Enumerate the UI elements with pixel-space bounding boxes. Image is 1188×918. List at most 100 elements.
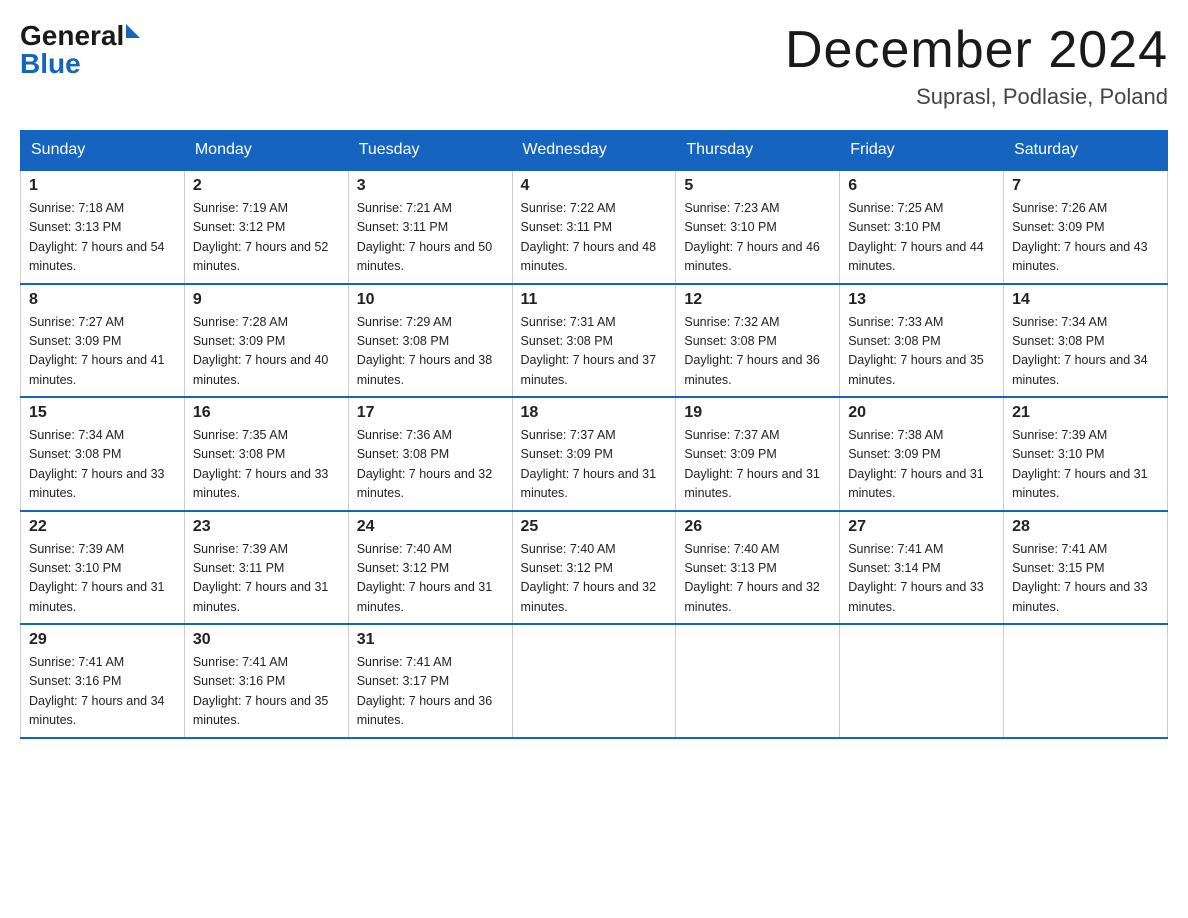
calendar-day-header: Tuesday [348, 131, 512, 171]
day-info: Sunrise: 7:39 AM Sunset: 3:10 PM Dayligh… [1012, 426, 1159, 504]
day-info: Sunrise: 7:41 AM Sunset: 3:16 PM Dayligh… [193, 653, 340, 731]
day-info: Sunrise: 7:28 AM Sunset: 3:09 PM Dayligh… [193, 313, 340, 391]
day-number: 8 [29, 291, 176, 309]
day-number: 14 [1012, 291, 1159, 309]
calendar-cell [840, 624, 1004, 738]
calendar-cell: 3 Sunrise: 7:21 AM Sunset: 3:11 PM Dayli… [348, 170, 512, 284]
day-number: 3 [357, 177, 504, 195]
day-number: 30 [193, 631, 340, 649]
day-number: 25 [521, 518, 668, 536]
day-number: 19 [684, 404, 831, 422]
day-number: 13 [848, 291, 995, 309]
calendar-week-row: 1 Sunrise: 7:18 AM Sunset: 3:13 PM Dayli… [21, 170, 1168, 284]
calendar-cell: 16 Sunrise: 7:35 AM Sunset: 3:08 PM Dayl… [184, 397, 348, 511]
calendar-day-header: Sunday [21, 131, 185, 171]
calendar-cell [1004, 624, 1168, 738]
calendar-cell: 23 Sunrise: 7:39 AM Sunset: 3:11 PM Dayl… [184, 511, 348, 625]
calendar-day-header: Friday [840, 131, 1004, 171]
day-info: Sunrise: 7:34 AM Sunset: 3:08 PM Dayligh… [1012, 313, 1159, 391]
day-info: Sunrise: 7:38 AM Sunset: 3:09 PM Dayligh… [848, 426, 995, 504]
calendar-week-row: 15 Sunrise: 7:34 AM Sunset: 3:08 PM Dayl… [21, 397, 1168, 511]
day-info: Sunrise: 7:36 AM Sunset: 3:08 PM Dayligh… [357, 426, 504, 504]
calendar-cell: 5 Sunrise: 7:23 AM Sunset: 3:10 PM Dayli… [676, 170, 840, 284]
calendar-week-row: 22 Sunrise: 7:39 AM Sunset: 3:10 PM Dayl… [21, 511, 1168, 625]
day-number: 31 [357, 631, 504, 649]
day-number: 11 [521, 291, 668, 309]
month-title: December 2024 [785, 20, 1168, 80]
day-info: Sunrise: 7:34 AM Sunset: 3:08 PM Dayligh… [29, 426, 176, 504]
calendar-cell: 31 Sunrise: 7:41 AM Sunset: 3:17 PM Dayl… [348, 624, 512, 738]
day-info: Sunrise: 7:40 AM Sunset: 3:12 PM Dayligh… [357, 540, 504, 618]
title-block: December 2024 Suprasl, Podlasie, Poland [785, 20, 1168, 110]
calendar-week-row: 29 Sunrise: 7:41 AM Sunset: 3:16 PM Dayl… [21, 624, 1168, 738]
day-number: 27 [848, 518, 995, 536]
day-info: Sunrise: 7:41 AM Sunset: 3:15 PM Dayligh… [1012, 540, 1159, 618]
calendar-cell: 2 Sunrise: 7:19 AM Sunset: 3:12 PM Dayli… [184, 170, 348, 284]
day-info: Sunrise: 7:41 AM Sunset: 3:14 PM Dayligh… [848, 540, 995, 618]
day-info: Sunrise: 7:39 AM Sunset: 3:10 PM Dayligh… [29, 540, 176, 618]
day-info: Sunrise: 7:23 AM Sunset: 3:10 PM Dayligh… [684, 199, 831, 277]
day-number: 7 [1012, 177, 1159, 195]
day-info: Sunrise: 7:41 AM Sunset: 3:17 PM Dayligh… [357, 653, 504, 731]
logo-blue-text: Blue [20, 48, 140, 80]
calendar-cell: 29 Sunrise: 7:41 AM Sunset: 3:16 PM Dayl… [21, 624, 185, 738]
day-number: 26 [684, 518, 831, 536]
calendar-cell [676, 624, 840, 738]
calendar-cell: 19 Sunrise: 7:37 AM Sunset: 3:09 PM Dayl… [676, 397, 840, 511]
calendar-cell: 7 Sunrise: 7:26 AM Sunset: 3:09 PM Dayli… [1004, 170, 1168, 284]
calendar-table: SundayMondayTuesdayWednesdayThursdayFrid… [20, 130, 1168, 739]
day-info: Sunrise: 7:26 AM Sunset: 3:09 PM Dayligh… [1012, 199, 1159, 277]
calendar-day-header: Wednesday [512, 131, 676, 171]
calendar-cell: 6 Sunrise: 7:25 AM Sunset: 3:10 PM Dayli… [840, 170, 1004, 284]
day-info: Sunrise: 7:40 AM Sunset: 3:12 PM Dayligh… [521, 540, 668, 618]
calendar-cell: 30 Sunrise: 7:41 AM Sunset: 3:16 PM Dayl… [184, 624, 348, 738]
day-info: Sunrise: 7:18 AM Sunset: 3:13 PM Dayligh… [29, 199, 176, 277]
day-number: 22 [29, 518, 176, 536]
calendar-cell: 27 Sunrise: 7:41 AM Sunset: 3:14 PM Dayl… [840, 511, 1004, 625]
day-info: Sunrise: 7:32 AM Sunset: 3:08 PM Dayligh… [684, 313, 831, 391]
day-number: 15 [29, 404, 176, 422]
day-number: 24 [357, 518, 504, 536]
day-info: Sunrise: 7:19 AM Sunset: 3:12 PM Dayligh… [193, 199, 340, 277]
calendar-cell: 24 Sunrise: 7:40 AM Sunset: 3:12 PM Dayl… [348, 511, 512, 625]
day-info: Sunrise: 7:33 AM Sunset: 3:08 PM Dayligh… [848, 313, 995, 391]
day-number: 20 [848, 404, 995, 422]
calendar-header-row: SundayMondayTuesdayWednesdayThursdayFrid… [21, 131, 1168, 171]
calendar-day-header: Monday [184, 131, 348, 171]
day-number: 29 [29, 631, 176, 649]
calendar-cell: 8 Sunrise: 7:27 AM Sunset: 3:09 PM Dayli… [21, 284, 185, 398]
day-number: 2 [193, 177, 340, 195]
calendar-cell: 13 Sunrise: 7:33 AM Sunset: 3:08 PM Dayl… [840, 284, 1004, 398]
day-info: Sunrise: 7:31 AM Sunset: 3:08 PM Dayligh… [521, 313, 668, 391]
logo-arrow-icon [126, 24, 140, 38]
page-header: General Blue December 2024 Suprasl, Podl… [20, 20, 1168, 110]
calendar-cell: 4 Sunrise: 7:22 AM Sunset: 3:11 PM Dayli… [512, 170, 676, 284]
day-info: Sunrise: 7:35 AM Sunset: 3:08 PM Dayligh… [193, 426, 340, 504]
day-info: Sunrise: 7:37 AM Sunset: 3:09 PM Dayligh… [684, 426, 831, 504]
calendar-cell: 14 Sunrise: 7:34 AM Sunset: 3:08 PM Dayl… [1004, 284, 1168, 398]
day-info: Sunrise: 7:41 AM Sunset: 3:16 PM Dayligh… [29, 653, 176, 731]
day-number: 5 [684, 177, 831, 195]
day-number: 1 [29, 177, 176, 195]
day-number: 12 [684, 291, 831, 309]
day-info: Sunrise: 7:25 AM Sunset: 3:10 PM Dayligh… [848, 199, 995, 277]
calendar-week-row: 8 Sunrise: 7:27 AM Sunset: 3:09 PM Dayli… [21, 284, 1168, 398]
calendar-cell: 1 Sunrise: 7:18 AM Sunset: 3:13 PM Dayli… [21, 170, 185, 284]
calendar-cell: 17 Sunrise: 7:36 AM Sunset: 3:08 PM Dayl… [348, 397, 512, 511]
day-number: 28 [1012, 518, 1159, 536]
calendar-day-header: Thursday [676, 131, 840, 171]
day-info: Sunrise: 7:21 AM Sunset: 3:11 PM Dayligh… [357, 199, 504, 277]
day-info: Sunrise: 7:39 AM Sunset: 3:11 PM Dayligh… [193, 540, 340, 618]
calendar-cell: 10 Sunrise: 7:29 AM Sunset: 3:08 PM Dayl… [348, 284, 512, 398]
day-number: 17 [357, 404, 504, 422]
day-info: Sunrise: 7:27 AM Sunset: 3:09 PM Dayligh… [29, 313, 176, 391]
day-number: 23 [193, 518, 340, 536]
calendar-cell: 20 Sunrise: 7:38 AM Sunset: 3:09 PM Dayl… [840, 397, 1004, 511]
day-number: 16 [193, 404, 340, 422]
day-info: Sunrise: 7:22 AM Sunset: 3:11 PM Dayligh… [521, 199, 668, 277]
calendar-day-header: Saturday [1004, 131, 1168, 171]
day-number: 10 [357, 291, 504, 309]
day-number: 21 [1012, 404, 1159, 422]
calendar-cell: 22 Sunrise: 7:39 AM Sunset: 3:10 PM Dayl… [21, 511, 185, 625]
calendar-cell: 9 Sunrise: 7:28 AM Sunset: 3:09 PM Dayli… [184, 284, 348, 398]
